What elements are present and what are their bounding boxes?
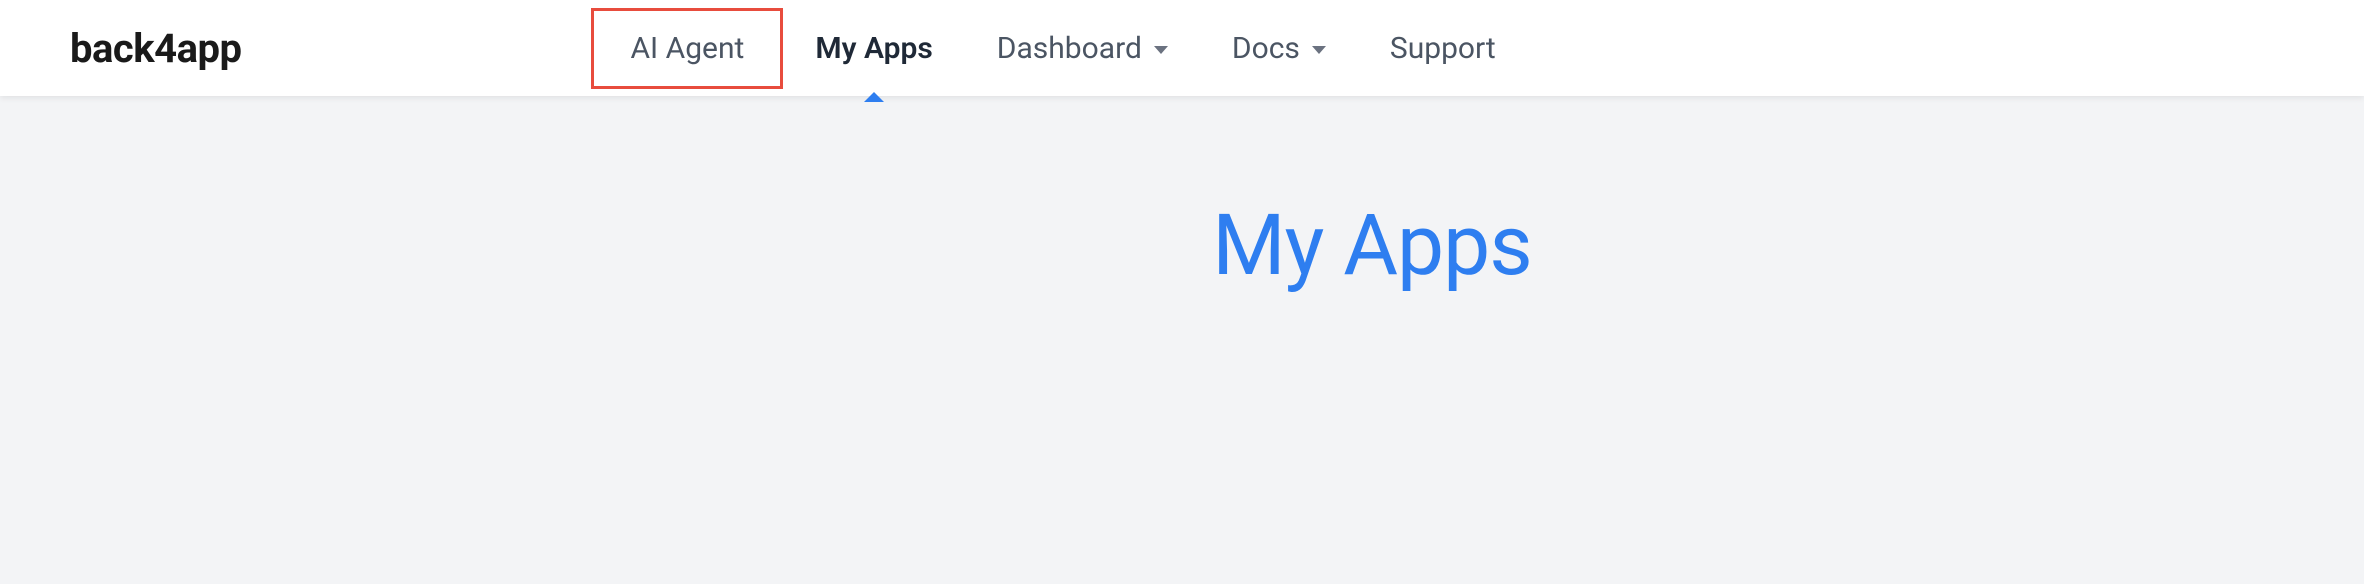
nav-docs[interactable]: Docs [1200,15,1358,82]
nav-support-label: Support [1390,31,1496,66]
header: back4app AI Agent My Apps Dashboard Docs… [0,0,2364,96]
nav-bar: AI Agent My Apps Dashboard Docs Support [591,8,1527,89]
main-content: My Apps [0,96,2364,295]
chevron-down-icon [1154,46,1168,54]
chevron-down-icon [1312,46,1326,54]
nav-dashboard-label: Dashboard [997,31,1142,66]
nav-ai-agent-label: AI Agent [630,31,744,66]
nav-dashboard[interactable]: Dashboard [965,15,1200,82]
nav-docs-label: Docs [1232,31,1300,66]
nav-support[interactable]: Support [1358,15,1528,82]
logo[interactable]: back4app [70,25,241,72]
nav-ai-agent[interactable]: AI Agent [591,8,783,89]
page-title: My Apps [1212,196,1531,295]
nav-my-apps-label: My Apps [815,31,932,66]
nav-my-apps[interactable]: My Apps [783,15,964,82]
